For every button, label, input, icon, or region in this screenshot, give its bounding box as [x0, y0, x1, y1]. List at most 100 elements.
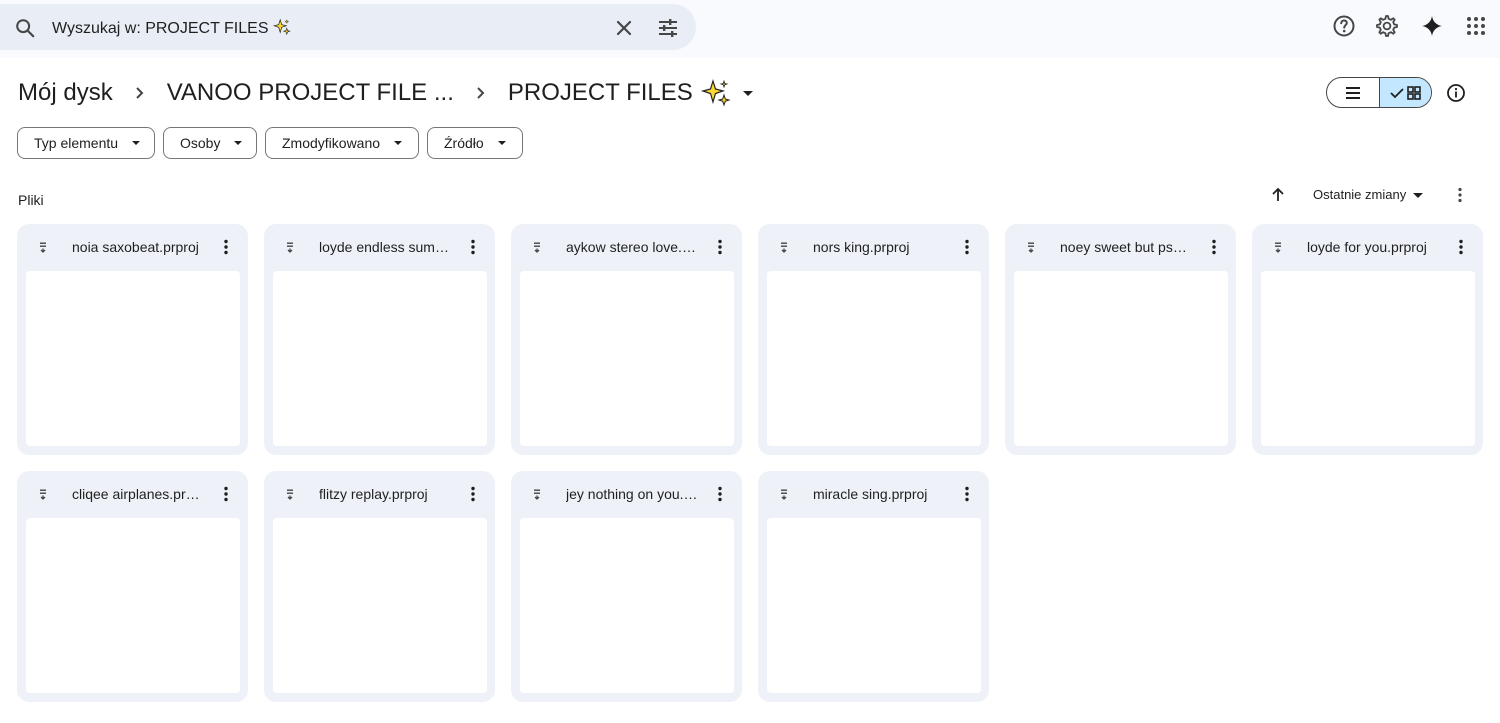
file-card-header: aykow stereo love.prproj	[511, 224, 742, 270]
breadcrumb: Mój dysk VANOO PROJECT FILE ... PROJECT …	[18, 76, 753, 110]
file-icon	[40, 489, 46, 500]
sort-label: Ostatnie zmiany	[1313, 187, 1407, 202]
main-content: Mój dysk VANOO PROJECT FILE ... PROJECT …	[0, 58, 1500, 723]
file-thumbnail	[273, 271, 487, 446]
more-vert-icon[interactable]	[710, 484, 730, 504]
sort-dropdown[interactable]: Ostatnie zmiany	[1313, 187, 1424, 202]
breadcrumb-parent[interactable]: VANOO PROJECT FILE ...	[167, 79, 454, 107]
file-thumbnail	[26, 518, 240, 693]
apps-grid-icon[interactable]	[1464, 14, 1488, 38]
file-name: flitzy replay.prproj	[319, 486, 428, 502]
file-thumbnail	[767, 271, 981, 446]
file-card-header: cliqee airplanes.prproj	[17, 471, 248, 517]
file-name: cliqee airplanes.prproj	[72, 486, 205, 502]
dropdown-caret-icon	[742, 90, 753, 96]
filter-source-chip[interactable]: Źródło	[427, 127, 523, 159]
more-vert-icon[interactable]	[957, 237, 977, 257]
file-name: jey nothing on you.prproj	[566, 486, 699, 502]
more-vert-icon[interactable]	[710, 237, 730, 257]
sparkle-emoji-icon	[700, 78, 731, 107]
dropdown-caret-icon	[1413, 193, 1424, 198]
chevron-right-icon	[135, 87, 144, 99]
search-bar[interactable]: Wyszukaj w: PROJECT FILES	[0, 4, 696, 50]
tune-icon[interactable]	[656, 18, 680, 38]
file-icon	[1028, 242, 1034, 253]
more-vert-icon[interactable]	[1450, 185, 1470, 205]
sparkle-icon[interactable]	[1420, 14, 1444, 38]
more-vert-icon[interactable]	[1451, 237, 1471, 257]
more-vert-icon[interactable]	[957, 484, 977, 504]
file-card[interactable]: loyde for you.prproj	[1252, 224, 1483, 455]
file-card-header: nors king.prproj	[758, 224, 989, 270]
file-card-header: loyde for you.prproj	[1252, 224, 1483, 270]
file-icon	[1275, 242, 1281, 253]
top-bar: Wyszukaj w: PROJECT FILES	[0, 0, 1500, 58]
file-card[interactable]: noia saxobeat.prproj	[17, 224, 248, 455]
dropdown-caret-icon	[497, 141, 506, 145]
chip-label: Źródło	[444, 135, 484, 151]
gear-icon[interactable]	[1375, 14, 1399, 38]
arrow-up-icon[interactable]	[1268, 185, 1288, 205]
search-icon[interactable]	[14, 17, 36, 39]
file-icon	[534, 489, 540, 500]
file-card-header: miracle sing.prproj	[758, 471, 989, 517]
more-vert-icon[interactable]	[463, 484, 483, 504]
file-name: noia saxobeat.prproj	[72, 239, 199, 255]
more-vert-icon[interactable]	[216, 237, 236, 257]
file-name: aykow stereo love.prproj	[566, 239, 699, 255]
close-icon[interactable]	[613, 18, 635, 38]
section-label: Pliki	[18, 192, 44, 208]
file-thumbnail	[26, 271, 240, 446]
file-card[interactable]: aykow stereo love.prproj	[511, 224, 742, 455]
grid-icon	[1407, 85, 1421, 100]
filter-modified-chip[interactable]: Zmodyfikowano	[265, 127, 419, 159]
file-icon	[287, 489, 293, 500]
breadcrumb-current-folder[interactable]: PROJECT FILES	[508, 78, 753, 108]
chip-label: Osoby	[180, 135, 221, 151]
file-icon	[534, 242, 540, 253]
file-name: noey sweet but psycho.prproj	[1060, 239, 1193, 255]
filter-people-chip[interactable]: Osoby	[163, 127, 257, 159]
file-card-header: noia saxobeat.prproj	[17, 224, 248, 270]
check-icon	[1390, 87, 1404, 98]
dropdown-caret-icon	[394, 141, 403, 145]
filter-chips: Typ elementu Osoby Zmodyfikowano Źródło	[17, 127, 523, 159]
file-card[interactable]: miracle sing.prproj	[758, 471, 989, 702]
more-vert-icon[interactable]	[463, 237, 483, 257]
filter-type-chip[interactable]: Typ elementu	[17, 127, 155, 159]
file-name: miracle sing.prproj	[813, 486, 928, 502]
file-name: loyde endless summer.prproj	[319, 239, 452, 255]
file-icon	[781, 489, 787, 500]
file-card[interactable]: flitzy replay.prproj	[264, 471, 495, 702]
grid-view-button[interactable]	[1378, 78, 1431, 107]
file-card[interactable]: noey sweet but psycho.prproj	[1005, 224, 1236, 455]
view-toggle	[1326, 77, 1432, 108]
file-thumbnail	[273, 518, 487, 693]
help-icon[interactable]	[1332, 14, 1356, 38]
chip-label: Zmodyfikowano	[282, 135, 381, 151]
more-vert-icon[interactable]	[216, 484, 236, 504]
file-card[interactable]: jey nothing on you.prproj	[511, 471, 742, 702]
list-icon	[1345, 86, 1360, 99]
file-name: nors king.prproj	[813, 239, 910, 255]
file-card[interactable]: loyde endless summer.prproj	[264, 224, 495, 455]
file-name: loyde for you.prproj	[1307, 239, 1427, 255]
file-icon	[40, 242, 46, 253]
dropdown-caret-icon	[132, 141, 141, 145]
chip-label: Typ elementu	[34, 135, 119, 151]
breadcrumb-root[interactable]: Mój dysk	[18, 79, 113, 107]
file-card[interactable]: cliqee airplanes.prproj	[17, 471, 248, 702]
file-card[interactable]: nors king.prproj	[758, 224, 989, 455]
more-vert-icon[interactable]	[1204, 237, 1224, 257]
search-input[interactable]: Wyszukaj w: PROJECT FILES	[52, 18, 291, 38]
file-card-header: flitzy replay.prproj	[264, 471, 495, 517]
file-thumbnail	[520, 518, 734, 693]
list-view-button[interactable]	[1327, 78, 1379, 107]
info-icon[interactable]	[1446, 83, 1466, 103]
file-thumbnail	[1261, 271, 1475, 446]
file-card-header: noey sweet but psycho.prproj	[1005, 224, 1236, 270]
file-card-header: jey nothing on you.prproj	[511, 471, 742, 517]
file-icon	[781, 242, 787, 253]
sparkle-emoji-icon	[272, 18, 291, 36]
dropdown-caret-icon	[234, 141, 243, 145]
